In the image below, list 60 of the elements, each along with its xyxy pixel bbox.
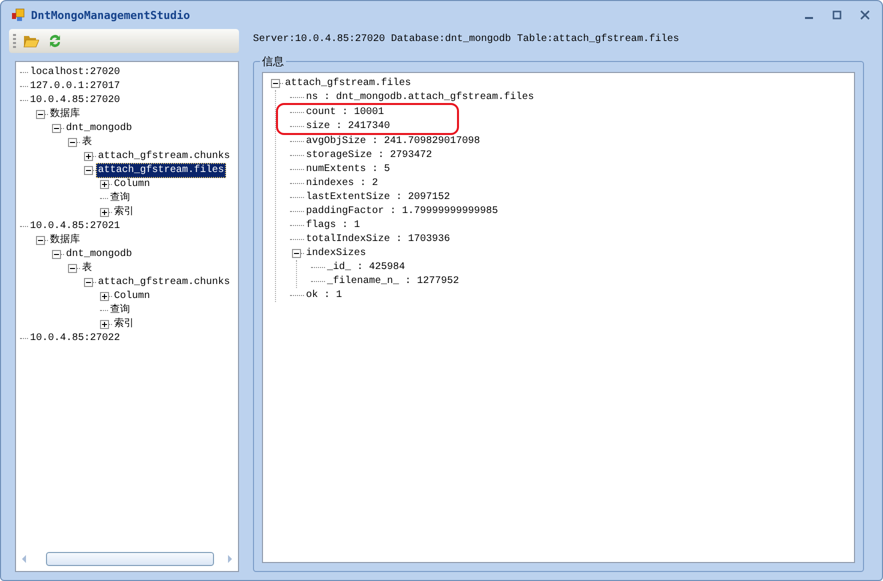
property-item[interactable]: indexSizes [304,246,368,260]
collapse-icon[interactable] [52,250,61,258]
tree-item[interactable]: 索引 [112,316,136,332]
tree-item[interactable]: 127.0.0.1:27017 [28,78,122,94]
expand-icon[interactable] [84,152,93,160]
expand-icon[interactable] [100,180,109,188]
collapse-icon[interactable] [36,110,45,118]
property-item[interactable]: _filename_n_ : 1277952 [325,274,462,288]
collapse-icon[interactable] [271,78,280,88]
property-item[interactable]: totalIndexSize : 1703936 [304,232,452,246]
tree-item[interactable]: 表 [80,260,94,276]
group-title: 信息 [260,54,286,69]
tree-item[interactable]: attach_gfstream.chunks [96,274,232,290]
tree-item[interactable]: 查询 [108,302,132,318]
tree-item[interactable]: 表 [80,134,94,150]
property-item[interactable]: ns : dnt_mongodb.attach_gfstream.files [304,90,536,104]
collapse-icon[interactable] [68,264,77,272]
property-item[interactable]: numExtents : 5 [304,162,392,176]
tree-item[interactable]: localhost:27020 [28,64,122,80]
collapse-icon[interactable] [292,248,301,258]
property-item[interactable]: attach_gfstream.files [283,76,414,90]
expand-icon[interactable] [100,208,109,216]
property-item[interactable]: count : 10001 [304,104,386,120]
tree-item[interactable]: 查询 [108,190,132,206]
maximize-icon[interactable] [832,10,842,20]
property-item[interactable]: _id_ : 425984 [325,260,408,274]
tree-item[interactable]: attach_gfstream.chunks [96,148,232,164]
status-label: Server:10.0.4.85:27020 Database:dnt_mongodb Table:attach_gfstream.files [253,32,680,46]
property-item[interactable]: size : 2417340 [304,118,392,134]
expand-icon[interactable] [100,320,109,328]
tree-item[interactable]: dnt_mongodb [64,246,134,262]
property-item[interactable]: paddingFactor : 1.79999999999985 [304,204,500,218]
expand-icon[interactable] [100,292,109,300]
tree-item[interactable]: Column [112,176,152,192]
property-item[interactable]: storageSize : 2793472 [304,148,434,162]
collapse-icon[interactable] [36,236,45,244]
collapse-icon[interactable] [84,278,93,286]
tree-item[interactable]: attach_gfstream.files [96,162,226,178]
property-item[interactable]: flags : 1 [304,218,362,232]
app-icon [11,8,25,22]
close-icon[interactable] [860,10,870,20]
collapse-icon[interactable] [52,124,61,132]
property-item[interactable]: avgObjSize : 241.709829017098 [304,134,482,148]
collapse-icon[interactable] [84,166,93,174]
collapse-icon[interactable] [68,138,77,146]
tree-item[interactable]: Column [112,288,152,304]
property-item[interactable]: nindexes : 2 [304,176,380,190]
window-title: DntMongoManagementStudio [31,8,191,22]
property-item[interactable]: ok : 1 [304,288,344,302]
scrollbar-thumb[interactable] [46,552,214,566]
tree-item[interactable]: 10.0.4.85:27021 [28,218,122,234]
tree-item[interactable]: dnt_mongodb [64,120,134,136]
tree-item[interactable]: 10.0.4.85:27022 [28,330,122,346]
tree-item[interactable]: 数据库 [48,106,82,122]
tree-item[interactable]: 数据库 [48,232,82,248]
tree-item[interactable]: 10.0.4.85:27020 [28,92,122,108]
property-item[interactable]: lastExtentSize : 2097152 [304,190,452,204]
refresh-icon [47,33,63,49]
tree-item[interactable]: 索引 [112,204,136,220]
folder-icon [23,34,39,48]
